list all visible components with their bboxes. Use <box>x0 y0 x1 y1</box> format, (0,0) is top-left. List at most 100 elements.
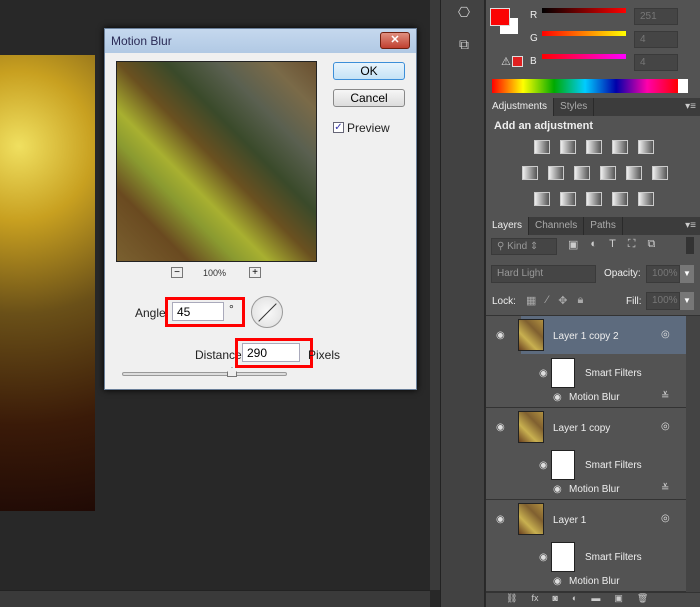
zoom-out-button[interactable]: − <box>171 267 183 278</box>
opacity-field[interactable]: 100% <box>646 265 680 283</box>
pixel-filter-icon[interactable]: ▣ <box>568 238 578 251</box>
tab-adjustments[interactable]: Adjustments <box>486 98 555 116</box>
visibility-eye-icon[interactable]: ◉ <box>496 422 505 433</box>
new-adjustment-icon[interactable]: ◐ <box>572 593 577 607</box>
filter-eye-icon[interactable]: ◉ <box>553 576 562 587</box>
lock-brush-icon[interactable]: ⁄ <box>546 294 548 307</box>
tab-styles[interactable]: Styles <box>554 98 595 116</box>
horizontal-scrollbar[interactable] <box>0 590 430 607</box>
curves-icon[interactable] <box>586 140 602 154</box>
blending-options-icon[interactable]: ≚ <box>661 483 669 494</box>
smart-filters-eye-icon[interactable]: ◉ <box>539 460 548 471</box>
layer-name[interactable]: Layer 1 <box>553 515 586 526</box>
smart-filters-eye-icon[interactable]: ◉ <box>539 552 548 563</box>
g-slider[interactable] <box>542 31 626 36</box>
blend-mode-select[interactable]: Hard Light <box>491 265 596 283</box>
layer-name[interactable]: Layer 1 copy 2 <box>553 331 619 342</box>
preview-image[interactable] <box>116 61 317 262</box>
dialog-titlebar[interactable]: Motion Blur <box>105 29 416 53</box>
photo-filter-icon[interactable] <box>600 166 616 180</box>
layer-item-layer-1-copy-2[interactable]: ◉ Layer 1 copy 2 ◎ ◉ Smart Filters ◉ Mot… <box>486 316 686 408</box>
r-value[interactable]: 251 <box>634 8 678 25</box>
visibility-eye-icon[interactable]: ◉ <box>496 330 505 341</box>
tab-channels[interactable]: Channels <box>529 217 585 235</box>
ok-button[interactable]: OK <box>333 62 405 80</box>
filter-mask-thumbnail <box>551 450 575 480</box>
angle-label: Angle <box>135 306 166 320</box>
filter-name[interactable]: Motion Blur <box>569 484 620 495</box>
adjustments-tabs: Adjustments Styles <box>486 98 700 116</box>
cancel-button[interactable]: Cancel <box>333 89 405 107</box>
invert-icon[interactable] <box>534 192 550 206</box>
angle-input[interactable]: 45 <box>172 302 224 321</box>
hue-saturation-icon[interactable] <box>522 166 538 180</box>
delete-layer-icon[interactable]: 🗑︎ <box>637 593 648 607</box>
exposure-icon[interactable] <box>612 140 628 154</box>
smart-filters-eye-icon[interactable]: ◉ <box>539 368 548 379</box>
threshold-icon[interactable] <box>586 192 602 206</box>
fill-field[interactable]: 100% <box>646 292 680 310</box>
filter-kind-select[interactable]: ⚲ Kind ⇕ <box>491 238 557 255</box>
color-lookup-icon[interactable] <box>652 166 668 180</box>
shape-filter-icon[interactable]: ⛶ <box>628 238 636 251</box>
distance-slider-thumb[interactable] <box>227 367 237 377</box>
filter-name[interactable]: Motion Blur <box>569 392 620 403</box>
levels-icon[interactable] <box>560 140 576 154</box>
history-icon[interactable]: ⎔ <box>455 4 473 20</box>
black-white-icon[interactable] <box>574 166 590 180</box>
visibility-eye-icon[interactable]: ◉ <box>496 514 505 525</box>
fill-dropdown-icon[interactable]: ▼ <box>680 292 694 310</box>
layers-list: ◉ Layer 1 copy 2 ◎ ◉ Smart Filters ◉ Mot… <box>486 316 700 592</box>
new-group-icon[interactable]: ▬ <box>591 593 600 607</box>
layers-scrollbar[interactable] <box>686 316 700 592</box>
adjustment-filter-icon[interactable]: ◐ <box>590 238 597 251</box>
tab-layers[interactable]: Layers <box>486 217 530 235</box>
type-filter-icon[interactable]: T <box>609 238 616 251</box>
r-slider[interactable] <box>542 8 626 13</box>
fx-icon[interactable]: fx <box>531 593 538 607</box>
filter-toggle[interactable] <box>686 237 694 254</box>
preview-checkbox[interactable]: ✓ <box>333 122 344 133</box>
smart-object-filter-icon[interactable]: ⧉ <box>648 238 656 251</box>
selective-color-icon[interactable] <box>612 192 628 206</box>
zoom-in-button[interactable]: + <box>249 267 261 278</box>
color-spectrum[interactable] <box>492 79 688 93</box>
color-balance-icon[interactable] <box>548 166 564 180</box>
gamut-swatch[interactable] <box>512 56 523 67</box>
channel-mixer-icon[interactable] <box>626 166 642 180</box>
right-panel: ⚠ R G B 251 4 4 Adjustments Styles ▾≡ Ad… <box>485 0 700 607</box>
panel-menu-icon[interactable]: ▾≡ <box>685 101 696 112</box>
blending-options-icon[interactable]: ≚ <box>661 391 669 402</box>
layer-name[interactable]: Layer 1 copy <box>553 423 610 434</box>
distance-input[interactable]: 290 <box>242 343 300 362</box>
3d-icon[interactable]: ⧉ <box>455 36 473 52</box>
filter-eye-icon[interactable]: ◉ <box>553 484 562 495</box>
opacity-dropdown-icon[interactable]: ▼ <box>680 265 694 283</box>
b-value[interactable]: 4 <box>634 54 678 71</box>
filter-name[interactable]: Motion Blur <box>569 576 620 587</box>
vibrance-icon[interactable] <box>638 140 654 154</box>
smart-filters-label: Smart Filters <box>585 460 642 471</box>
b-slider[interactable] <box>542 54 626 59</box>
posterize-icon[interactable] <box>560 192 576 206</box>
layers-menu-icon[interactable]: ▾≡ <box>685 220 696 231</box>
distance-unit: Pixels <box>308 348 341 362</box>
distance-slider[interactable] <box>122 372 287 376</box>
angle-dial[interactable] <box>251 296 283 328</box>
lock-transparent-icon[interactable]: ▦ <box>526 294 536 307</box>
layer-item-layer-1[interactable]: ◉ Layer 1 ◎ ◉ Smart Filters ◉ Motion Blu… <box>486 500 686 592</box>
add-mask-icon[interactable]: ◙ <box>552 593 557 607</box>
link-layers-icon[interactable]: ⛓ <box>506 593 517 607</box>
gradient-map-icon[interactable] <box>638 192 654 206</box>
lock-all-icon[interactable]: 🔒︎ <box>577 294 583 307</box>
g-value[interactable]: 4 <box>634 31 678 48</box>
close-button[interactable]: ✕ <box>380 32 410 49</box>
foreground-color-swatch[interactable] <box>490 8 510 26</box>
tab-paths[interactable]: Paths <box>584 217 623 235</box>
brightness-icon[interactable] <box>534 140 550 154</box>
lock-move-icon[interactable]: ✥ <box>558 294 567 307</box>
vertical-scrollbar[interactable] <box>430 0 440 590</box>
filter-eye-icon[interactable]: ◉ <box>553 392 562 403</box>
layer-item-layer-1-copy[interactable]: ◉ Layer 1 copy ◎ ◉ Smart Filters ◉ Motio… <box>486 408 686 500</box>
new-layer-icon[interactable]: ▣ <box>614 593 623 607</box>
